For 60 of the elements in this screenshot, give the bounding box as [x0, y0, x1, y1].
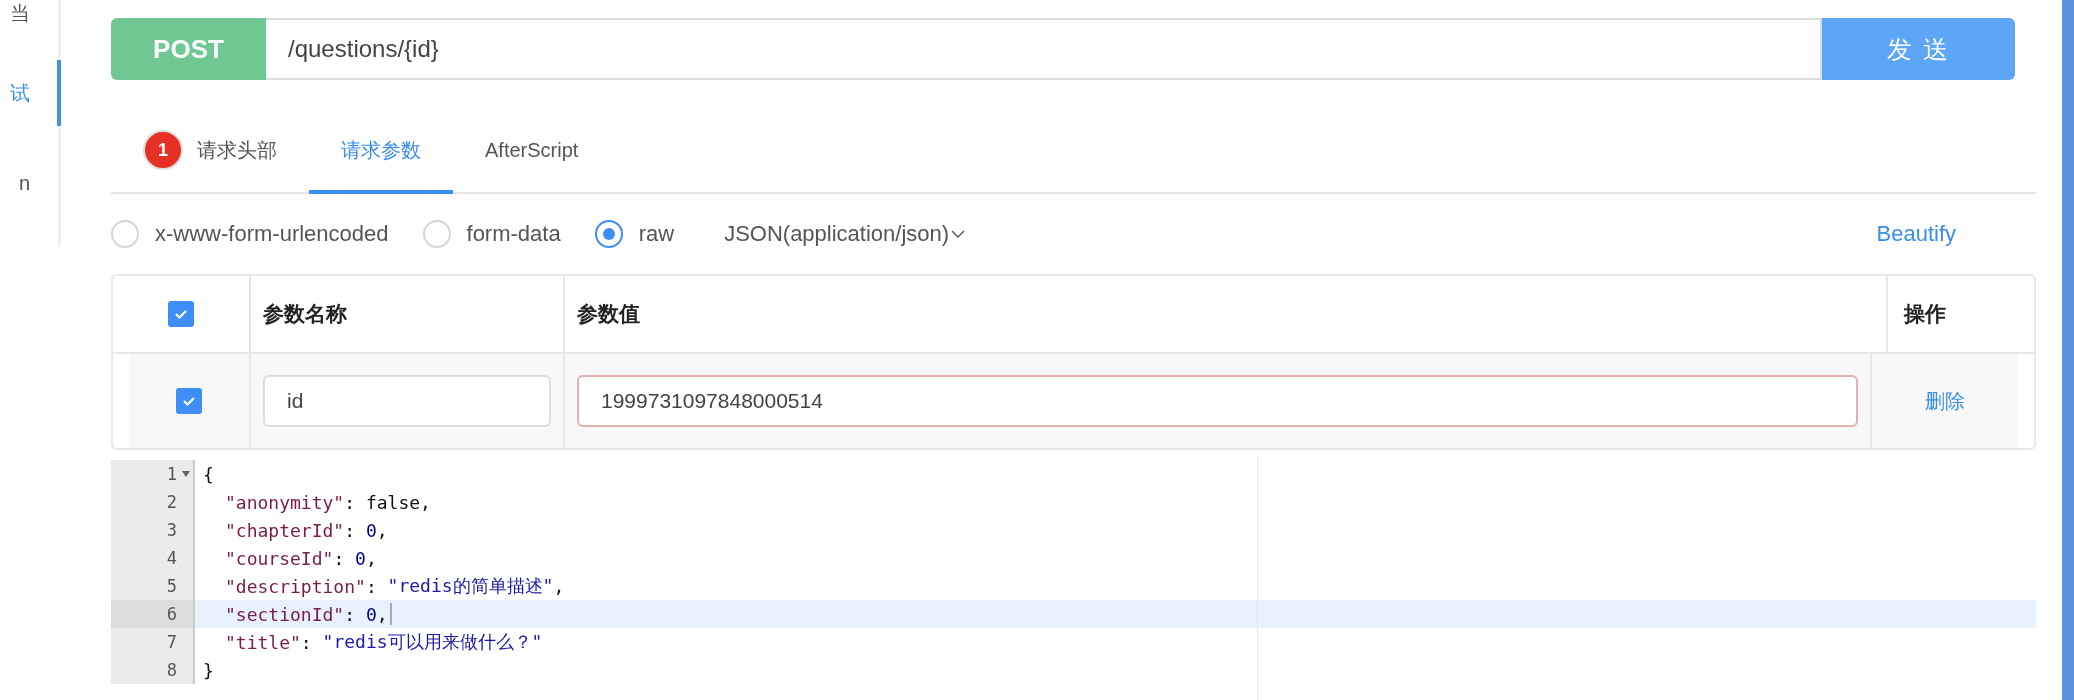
json-punctuation: :: [300, 631, 313, 653]
line-number: 2: [166, 492, 177, 512]
json-punctuation: :: [344, 491, 357, 513]
line-number: 5: [166, 576, 177, 596]
json-punctuation: :: [365, 575, 378, 597]
json-number: 0: [365, 519, 377, 541]
line-number: 8: [166, 660, 177, 680]
json-punctuation: ,: [365, 547, 377, 569]
json-punctuation: ,: [376, 603, 388, 625]
url-field[interactable]: /questions/{id}: [266, 18, 1822, 80]
line-number: 1: [166, 464, 177, 484]
content-type-dropdown[interactable]: JSON(application/json): [724, 221, 966, 247]
json-boolean: false: [365, 491, 421, 513]
line-number: 6: [166, 604, 177, 624]
scrollbar[interactable]: [2062, 0, 2074, 700]
json-punctuation: :: [344, 603, 357, 625]
json-punctuation: }: [203, 659, 214, 681]
column-header: 参数值: [577, 301, 640, 327]
column-header: 参数名称: [263, 301, 347, 327]
json-key: "courseId": [225, 547, 334, 569]
sidebar-item[interactable]: 当: [10, 0, 58, 28]
checkbox[interactable]: [168, 301, 194, 327]
json-punctuation: :: [333, 547, 346, 569]
radio-button[interactable]: [594, 220, 623, 248]
json-string: "redis的简单描述": [387, 574, 554, 598]
json-number: 0: [355, 547, 366, 569]
text-cursor: [389, 603, 392, 625]
json-punctuation: ,: [376, 519, 388, 541]
radio-label: x-www-form-urlencoded: [155, 221, 389, 247]
json-punctuation: ,: [553, 575, 565, 597]
value-field[interactable]: 1999731097848000514: [577, 375, 1858, 427]
tab-label: 请求头部: [197, 137, 277, 163]
json-key: "sectionId": [225, 603, 345, 625]
json-key: "chapterId": [225, 519, 345, 541]
tab[interactable]: 1 请求头部: [111, 110, 309, 194]
fold-icon[interactable]: [182, 471, 190, 477]
caret-icon: [951, 229, 966, 239]
json-punctuation: {: [203, 463, 214, 485]
checkbox[interactable]: [176, 388, 202, 414]
json-key: "description": [225, 575, 366, 597]
line-number: 3: [166, 520, 177, 540]
json-key: "title": [225, 631, 301, 653]
json-string: "redis可以用来做什么？": [322, 630, 543, 654]
method-label: POST: [111, 18, 266, 80]
tab-label: AfterScript: [485, 138, 579, 162]
json-number: 0: [365, 603, 377, 625]
json-punctuation: :: [344, 519, 357, 541]
json-key: "anonymity": [225, 491, 345, 513]
line-number: 4: [166, 548, 177, 568]
tab[interactable]: AfterScript: [453, 110, 611, 194]
code-editor[interactable]: 1 { 2 "anonymity": false, 3 "chapterId": 0, 4 "courseId": 0, 5 "description": "redis的简单描述", 6 "sectionId": 0, 7 "title": "redis可以用来做什么？" 8 }: [111, 456, 2036, 700]
sidebar-item[interactable]: n: [18, 168, 58, 198]
line-number: 7: [166, 632, 177, 652]
radio-label: form-data: [466, 221, 561, 247]
count-badge: 1: [143, 130, 183, 170]
column-header: 操作: [1904, 301, 1946, 327]
tab-label: 请求参数: [341, 137, 421, 163]
json-punctuation: ,: [420, 491, 431, 513]
name-field[interactable]: id: [263, 375, 551, 427]
radio-label: raw: [638, 221, 675, 247]
